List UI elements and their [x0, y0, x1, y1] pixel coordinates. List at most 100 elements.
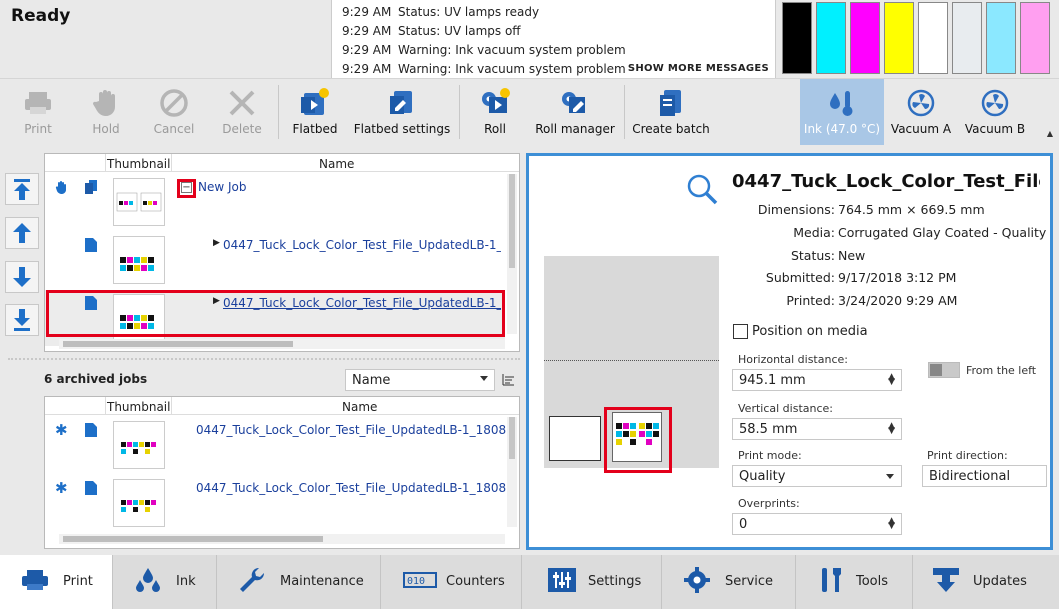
archive-row[interactable]: ✱ 0447_Tuck_Lock_Color_Test_File_Updated… [45, 475, 506, 531]
ink-swatch[interactable] [918, 2, 948, 74]
job-name: 0447_Tuck_Lock_Color_Test_File_UpdatedLB… [196, 481, 506, 495]
ink-swatch[interactable] [884, 2, 914, 74]
download-icon [933, 568, 959, 592]
toolbar: Print Hold Cancel Delete Flatbed Flatbed… [0, 78, 1059, 145]
asterisk-icon: ✱ [55, 421, 68, 439]
toolbar-overflow-icon[interactable]: ▲ [1047, 129, 1053, 138]
name-column-header[interactable]: Name [342, 400, 377, 414]
media-preview[interactable] [544, 256, 719, 473]
print-mode-label: Print mode: [738, 449, 802, 462]
panel-splitter[interactable] [8, 358, 520, 360]
job-detail-panel: 0447_Tuck_Lock_Color_Test_File_U Dimensi… [526, 153, 1053, 550]
create-batch-button[interactable]: Create batch [630, 79, 712, 145]
job-queue-list[interactable]: Thumbnail Name − New Job ▶ 0447_Tuck_Loc… [44, 153, 520, 352]
print-button[interactable]: Print [14, 79, 62, 145]
queue-horizontal-scrollbar[interactable] [59, 339, 505, 349]
collapse-icon[interactable]: − [181, 182, 192, 193]
archived-jobs-label: 6 archived jobs [44, 372, 148, 386]
move-up-button[interactable] [5, 217, 39, 249]
ink-swatch[interactable] [816, 2, 846, 74]
hold-hand-icon [55, 181, 66, 194]
document-icon [85, 423, 97, 437]
vacuum-a-button[interactable]: Vacuum A [888, 79, 954, 145]
move-to-bottom-button[interactable] [5, 304, 39, 336]
tab-tools[interactable]: Tools [796, 555, 913, 609]
hand-icon [92, 90, 115, 116]
expand-arrow-icon[interactable]: ▶ [213, 238, 220, 248]
from-left-toggle[interactable] [928, 362, 960, 378]
ink-swatch[interactable] [850, 2, 880, 74]
overprints-field[interactable]: 0 ▲ ▼ [732, 513, 902, 535]
archived-jobs-list[interactable]: Thumbnail Name ✱ 0447_Tuck_Lock_Color_Te… [44, 396, 520, 549]
printer-icon [25, 92, 51, 114]
tab-service[interactable]: Service [662, 555, 796, 609]
move-down-button[interactable] [5, 261, 39, 293]
flatbed-settings-button[interactable]: Flatbed settings [352, 79, 452, 145]
ink-swatch[interactable] [1020, 2, 1050, 74]
roll-button[interactable]: Roll [470, 79, 520, 145]
ink-swatch[interactable] [782, 2, 812, 74]
ink-temperature-button[interactable]: Ink (47.0 °C) [800, 79, 884, 145]
zoom-search-icon[interactable] [685, 172, 719, 206]
stepper-icon: ▲ ▼ [888, 421, 895, 436]
position-on-media-label: Position on media [752, 324, 868, 339]
ink-swatch[interactable] [986, 2, 1016, 74]
flatbed-settings-icon [390, 91, 412, 114]
tab-maintenance[interactable]: Maintenance [217, 555, 381, 609]
cancel-button[interactable]: Cancel [150, 79, 198, 145]
vertical-distance-field[interactable]: 58.5 mm ▲ ▼ [732, 418, 902, 440]
sort-order-icon[interactable] [500, 371, 516, 387]
thumbnail-column-header[interactable]: Thumbnail [107, 157, 170, 171]
close-icon [229, 90, 255, 116]
queue-vertical-scrollbar[interactable] [507, 174, 517, 334]
queue-row-job[interactable]: ▶ 0447_Tuck_Lock_Color_Test_File_Updated… [45, 232, 505, 288]
tab-ink[interactable]: Ink [113, 555, 217, 609]
horizontal-distance-field[interactable]: 945.1 mm ▲ ▼ [732, 369, 902, 391]
thumbnail-column-header[interactable]: Thumbnail [107, 400, 170, 414]
move-to-top-button[interactable] [5, 173, 39, 205]
stepper-icon: ▲ ▼ [888, 372, 895, 387]
ink-swatch[interactable] [952, 2, 982, 74]
roll-manager-button[interactable]: Roll manager [532, 79, 618, 145]
overprints-label: Overprints: [738, 497, 800, 510]
placement-highlight [604, 407, 672, 473]
job-thumbnail [113, 236, 165, 284]
archive-header: Thumbnail Name [45, 397, 519, 415]
job-name: 0447_Tuck_Lock_Color_Test_File_UpdatedLB… [196, 423, 506, 437]
name-column-header[interactable]: Name [319, 157, 354, 171]
archive-horizontal-scrollbar[interactable] [59, 534, 505, 544]
batch-doc-icon [85, 180, 97, 194]
tab-settings[interactable]: Settings [522, 555, 662, 609]
svg-text:010: 010 [407, 576, 425, 587]
arrow-up-icon [13, 223, 31, 243]
toolbar-divider [459, 85, 460, 139]
job-name: 0447_Tuck_Lock_Color_Test_File_UpdatedLB… [223, 238, 501, 252]
flatbed-button[interactable]: Flatbed [290, 79, 340, 145]
job-title: 0447_Tuck_Lock_Color_Test_File_U [732, 171, 1040, 192]
archive-vertical-scrollbar[interactable] [507, 417, 517, 527]
queue-row-new-job[interactable]: − New Job [45, 174, 505, 230]
sort-select[interactable]: Name [345, 369, 495, 391]
sliders-icon [548, 568, 576, 592]
print-direction-field[interactable]: Bidirectional [922, 465, 1047, 487]
message-row: 9:29 AM Warning: Ink vacuum system proble… [342, 43, 626, 57]
vacuum-b-button[interactable]: Vacuum B [960, 79, 1030, 145]
message-log[interactable]: 9:29 AM Status: UV lamps ready 9:29 AM Sta… [331, 0, 776, 78]
hold-button[interactable]: Hold [82, 79, 130, 145]
position-on-media-checkbox[interactable] [733, 324, 748, 339]
asterisk-icon: ✱ [55, 479, 68, 497]
fan-icon [981, 89, 1009, 117]
tab-counters[interactable]: 010 Counters [381, 555, 522, 609]
arrow-to-top-icon [14, 179, 30, 200]
gear-icon [684, 567, 710, 593]
stepper-icon: ▲ ▼ [888, 516, 895, 531]
print-mode-select[interactable]: Quality [732, 465, 902, 487]
archive-row[interactable]: ✱ 0447_Tuck_Lock_Color_Test_File_Updated… [45, 417, 506, 473]
tab-print[interactable]: Print [0, 555, 113, 609]
tab-updates[interactable]: Updates [913, 555, 1059, 609]
ink-levels[interactable] [782, 2, 1057, 74]
message-row: 9:29 AM Warning: Ink vacuum system proble… [342, 62, 626, 76]
queue-header: Thumbnail Name [45, 154, 519, 172]
delete-button[interactable]: Delete [218, 79, 266, 145]
show-more-messages-link[interactable]: SHOW MORE MESSAGES [628, 63, 769, 74]
